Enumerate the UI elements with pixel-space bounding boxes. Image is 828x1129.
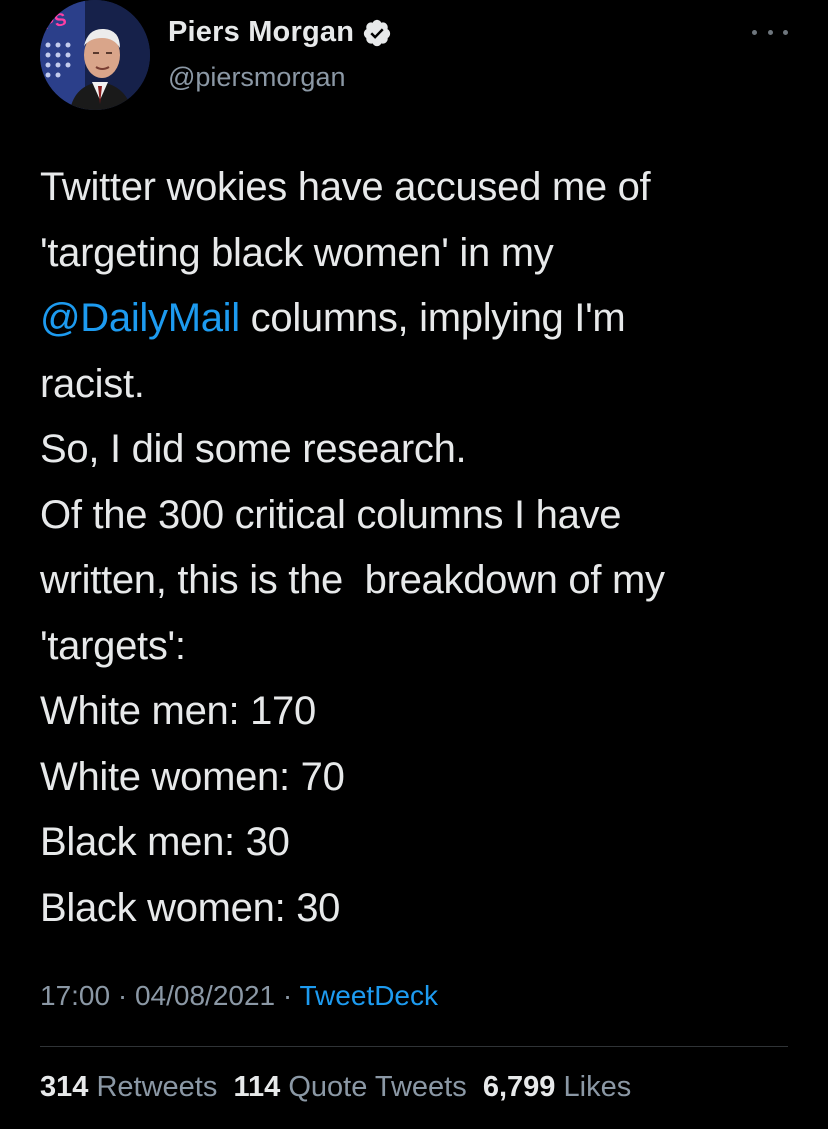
author-handle[interactable]: @piersmorgan <box>168 62 345 93</box>
tweet-line: written, this is the breakdown of my <box>40 558 665 602</box>
tweet-line: Twitter wokies have accused me of <box>40 165 651 209</box>
quote-tweets-label: Quote Tweets <box>288 1071 467 1103</box>
divider <box>40 1046 788 1047</box>
tweet-text: Twitter wokies have accused me of 'targe… <box>40 155 800 941</box>
tweet-date[interactable]: 04/08/2021 <box>135 980 275 1011</box>
tweet-line: racist. <box>40 361 145 406</box>
tweet-line: Of the 300 critical columns I have <box>40 492 622 537</box>
tweet-header: PS Piers Morgan @piersmorgan <box>40 0 828 120</box>
tweet-line: 'targets': <box>40 623 186 668</box>
tweet-line-text: columns, implying I'm <box>239 296 626 340</box>
likes-stat[interactable]: 6,799 Likes <box>483 1071 631 1103</box>
retweets-count: 314 <box>40 1071 89 1103</box>
tweet-line: So, I did some research. <box>40 427 467 471</box>
mention-link[interactable]: @DailyMail <box>40 296 240 340</box>
tweet-time[interactable]: 17:00 <box>40 980 110 1011</box>
likes-label: Likes <box>563 1071 632 1103</box>
tweet-source-link[interactable]: TweetDeck <box>300 980 439 1011</box>
tweet-line: 'targeting black women' in my <box>40 230 554 275</box>
meta-separator: · <box>110 980 135 1011</box>
tweet-line: @DailyMail columns, implying I'm <box>40 286 800 352</box>
tweet-meta: 17:00 · 04/08/2021 · TweetDeck <box>40 980 438 1012</box>
retweets-stat[interactable]: 314 Retweets <box>40 1071 217 1103</box>
verified-badge-icon <box>363 19 391 46</box>
tweet-stats: 314 Retweets 114 Quote Tweets 6,799 Like… <box>40 1071 631 1104</box>
meta-separator: · <box>275 980 300 1011</box>
likes-count: 6,799 <box>482 1071 556 1103</box>
more-options-icon[interactable] <box>752 20 788 44</box>
author-display-name[interactable]: Piers Morgan <box>168 16 354 49</box>
tweet-line: Black men: 30 <box>40 820 290 864</box>
tweet-line: White women: 70 <box>40 754 345 799</box>
avatar[interactable]: PS <box>40 0 150 110</box>
author-name-row: Piers Morgan <box>168 16 392 49</box>
tweet-line: White men: 170 <box>40 689 316 733</box>
tweet-line: Black women: 30 <box>40 885 341 930</box>
avatar-image: PS <box>40 0 150 110</box>
quote-tweets-count: 114 <box>233 1071 281 1103</box>
quote-tweets-stat[interactable]: 114 Quote Tweets <box>233 1071 466 1103</box>
retweets-label: Retweets <box>96 1071 218 1103</box>
